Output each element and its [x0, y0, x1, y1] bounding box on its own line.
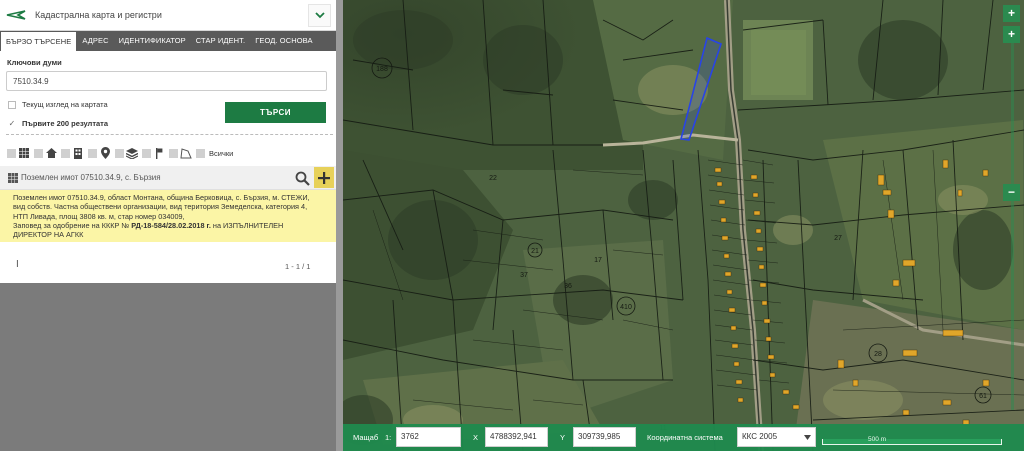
crs-value: ККС 2005	[742, 432, 778, 441]
parcel-label: 27	[834, 235, 842, 242]
polygon-icon	[179, 146, 193, 160]
layer-filter-row: Всички	[6, 145, 233, 161]
scale-bar-label: 500 m	[868, 436, 887, 443]
building-icon	[71, 146, 85, 160]
parcel-label: 36	[564, 283, 572, 290]
tab-old-identifier[interactable]: СТАР ИДЕНТ.	[191, 31, 250, 51]
home-icon	[44, 146, 58, 160]
cadastral-map-canvas[interactable]: 188 28 21 410 61 37 36 22 17 27 11	[343, 0, 1024, 451]
chevron-down-icon	[314, 12, 325, 19]
zoom-out-button[interactable]: −	[1003, 184, 1020, 201]
result-header: Поземлен имот 07510.34.9, с. Бързия	[0, 166, 336, 190]
scale-input[interactable]: 3762	[396, 427, 461, 447]
x-coordinate: 4788392,941	[485, 427, 548, 447]
result-title[interactable]: Поземлен имот 07510.34.9, с. Бързия	[21, 173, 161, 182]
y-coordinate: 309739,985	[573, 427, 636, 447]
result-description-text: Поземлен имот 07510.34.9, област Монтана…	[13, 193, 310, 221]
x-label: X	[473, 433, 479, 442]
agkk-logo-icon	[6, 10, 26, 20]
option-first-200[interactable]: ✓ Първите 200 резултата	[8, 119, 108, 128]
layer-checkbox-polygon[interactable]	[169, 148, 178, 158]
panel-empty-area	[0, 283, 336, 451]
parcel-label: 28	[874, 351, 882, 358]
parcel-label: 61	[979, 393, 987, 400]
search-panel: Кадастрална карта и регистри БЪРЗО ТЪРСЕ…	[0, 0, 336, 451]
parcel-label: 410	[620, 304, 632, 311]
search-tabs: БЪРЗО ТЪРСЕНЕ АДРЕС ИДЕНТИФИКАТОР СТАР И…	[0, 31, 336, 51]
result-order-text: Заповед за одобрение на КККР №	[13, 220, 130, 230]
zoom-in-button[interactable]: +	[1003, 26, 1020, 43]
layer-checkbox-pin[interactable]	[88, 148, 97, 158]
current-view-checkbox[interactable]	[8, 100, 16, 109]
parcel-label: 17	[594, 257, 602, 264]
app-title: Кадастрална карта и регистри	[35, 10, 162, 20]
scale-label: Мащаб	[353, 433, 379, 442]
scale-bar	[822, 439, 1002, 445]
divider	[6, 134, 333, 135]
pin-icon	[98, 146, 112, 160]
layer-checkbox-layers[interactable]	[115, 148, 124, 158]
y-label: Y	[560, 433, 566, 442]
map-view[interactable]: 188 28 21 410 61 37 36 22 17 27 11	[343, 0, 1024, 451]
layer-checkbox-home[interactable]	[34, 148, 43, 158]
keywords-label: Ключови думи	[7, 58, 62, 67]
tab-identifier[interactable]: ИДЕНТИФИКАТОР	[114, 31, 191, 51]
grid-icon	[17, 146, 31, 160]
layer-checkbox-flag[interactable]	[142, 148, 151, 158]
chevron-down-icon	[804, 435, 811, 440]
app-header: Кадастрална карта и регистри	[0, 0, 336, 31]
zoom-to-result-icon[interactable]	[295, 171, 310, 186]
add-result-button[interactable]	[314, 167, 334, 188]
parcel-label: 37	[520, 272, 528, 279]
layers-icon	[125, 146, 139, 160]
tab-quick-search[interactable]: БЪРЗО ТЪРСЕНЕ	[0, 31, 78, 51]
result-description: Поземлен имот 07510.34.9, област Монтана…	[0, 190, 336, 242]
search-button[interactable]: ТЪРСИ	[225, 102, 326, 123]
grid-icon	[8, 173, 18, 183]
zoom-in-top-button[interactable]: +	[1003, 5, 1020, 22]
pager-first-button[interactable]: I	[16, 260, 22, 270]
first-200-label: Първите 200 резултата	[22, 119, 109, 128]
current-view-label: Текущ изглед на картата	[22, 100, 108, 109]
panel-splitter[interactable]	[336, 0, 343, 451]
layer-checkbox-grid[interactable]	[7, 148, 16, 158]
check-icon[interactable]: ✓	[8, 119, 16, 128]
crs-select[interactable]: ККС 2005	[737, 427, 816, 447]
pager-count: 1 - 1 / 1	[285, 262, 311, 271]
flag-icon	[152, 146, 166, 160]
plus-icon	[318, 171, 330, 184]
all-layers-label: Всички	[209, 148, 234, 158]
crs-label: Координатна система	[647, 433, 723, 442]
tab-address[interactable]: АДРЕС	[77, 31, 113, 51]
panel-toggle-button[interactable]	[308, 4, 331, 27]
cadastre-app: Кадастрална карта и регистри БЪРЗО ТЪРСЕ…	[0, 0, 1024, 451]
layer-checkbox-all[interactable]	[196, 148, 205, 158]
option-current-view[interactable]: Текущ изглед на картата	[8, 100, 108, 109]
scale-prefix: 1:	[385, 433, 392, 442]
parcel-label: 188	[376, 66, 388, 73]
keywords-input[interactable]	[6, 71, 327, 91]
parcel-label: 22	[489, 175, 497, 182]
parcel-label: 21	[531, 248, 539, 255]
result-order-number: РД-18-584/28.02.2018 г.	[131, 220, 211, 230]
zoom-rail	[1011, 30, 1014, 410]
layer-checkbox-building[interactable]	[61, 148, 70, 158]
tab-geodetic-base[interactable]: ГЕОД. ОСНОВА	[250, 31, 317, 51]
